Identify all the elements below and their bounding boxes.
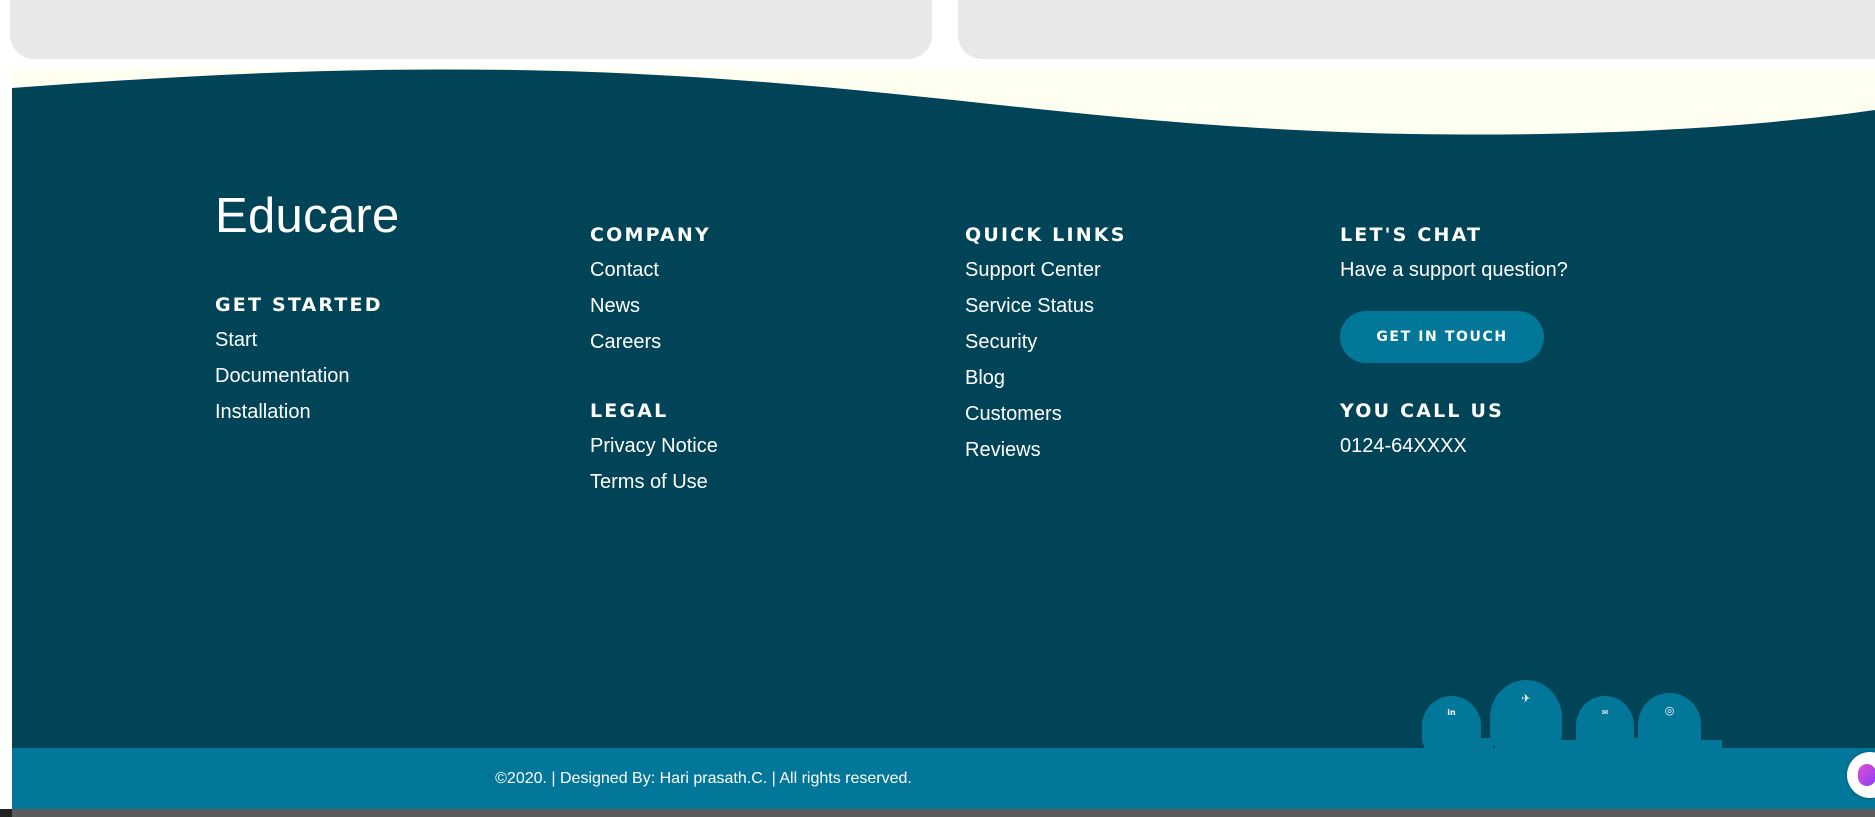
- github-link[interactable]: ◎: [1638, 693, 1701, 756]
- twitter-link[interactable]: ✈: [1490, 680, 1562, 756]
- content-card-right: [958, 0, 1875, 59]
- footer-link-privacy-notice[interactable]: Privacy Notice: [590, 435, 718, 457]
- legal-heading: LEGAL: [590, 400, 669, 422]
- page: Educare GET STARTED Start Documentation …: [0, 0, 1875, 817]
- footer-link-blog[interactable]: Blog: [965, 367, 1127, 389]
- scrollbar-arrow-icon[interactable]: [0, 809, 12, 817]
- linkedin-icon: in: [1447, 708, 1456, 717]
- footer-link-customers[interactable]: Customers: [965, 403, 1127, 425]
- github-icon: ◎: [1664, 704, 1675, 717]
- footer-link-contact[interactable]: Contact: [590, 259, 718, 281]
- footer-link-careers[interactable]: Careers: [590, 331, 718, 353]
- footer-wave-divider: [12, 68, 1875, 135]
- footer-link-support-center[interactable]: Support Center: [965, 259, 1127, 281]
- footer-column-company: COMPANY Contact News Careers LEGAL Priva…: [590, 224, 718, 507]
- email-icon: ✉: [1601, 708, 1609, 717]
- horizontal-scrollbar[interactable]: [0, 809, 1875, 817]
- footer-link-documentation[interactable]: Documentation: [215, 365, 383, 387]
- linkedin-link[interactable]: in: [1422, 696, 1481, 756]
- get-started-heading: GET STARTED: [215, 294, 383, 316]
- footer-link-terms-of-use[interactable]: Terms of Use: [590, 471, 718, 493]
- footer-link-reviews[interactable]: Reviews: [965, 439, 1127, 461]
- support-question-text: Have a support question?: [1340, 259, 1568, 281]
- footer-link-start[interactable]: Start: [215, 329, 383, 351]
- assistant-brain-icon: [1858, 764, 1875, 786]
- company-heading: COMPANY: [590, 224, 711, 246]
- footer-link-service-status[interactable]: Service Status: [965, 295, 1127, 317]
- get-in-touch-button[interactable]: GET IN TOUCH: [1340, 311, 1544, 363]
- footer-column-contact: LET'S CHAT Have a support question? GET …: [1340, 224, 1568, 457]
- lets-chat-heading: LET'S CHAT: [1340, 224, 1483, 246]
- footer-link-security[interactable]: Security: [965, 331, 1127, 353]
- quick-links-heading: QUICK LINKS: [965, 224, 1127, 246]
- footer-brand-logo[interactable]: Educare: [215, 188, 400, 244]
- site-footer: Educare GET STARTED Start Documentation …: [12, 68, 1875, 758]
- call-us-heading: YOU CALL US: [1340, 400, 1505, 422]
- copyright-bar: ©2020. | Designed By: Hari prasath.C. | …: [12, 748, 1875, 809]
- footer-column-get-started: GET STARTED Start Documentation Installa…: [215, 294, 383, 437]
- footer-column-quick-links: QUICK LINKS Support Center Service Statu…: [965, 224, 1127, 475]
- phone-number: 0124-64XXXX: [1340, 435, 1467, 457]
- twitter-icon: ✈: [1521, 692, 1531, 705]
- footer-link-installation[interactable]: Installation: [215, 401, 383, 423]
- content-card-left: [10, 0, 932, 59]
- copyright-text: ©2020. | Designed By: Hari prasath.C. | …: [495, 770, 912, 787]
- email-link[interactable]: ✉: [1576, 696, 1634, 756]
- footer-link-news[interactable]: News: [590, 295, 718, 317]
